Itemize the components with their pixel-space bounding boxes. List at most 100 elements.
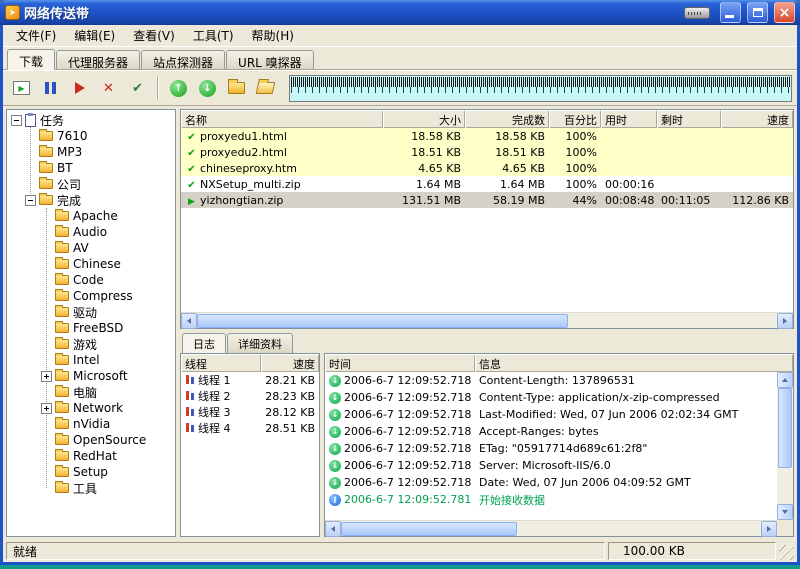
- tree-item[interactable]: 完成: [9, 192, 173, 208]
- scroll-up-button[interactable]: [777, 372, 793, 388]
- tree-item[interactable]: MP3: [9, 144, 173, 160]
- tree-expander-icon[interactable]: [41, 371, 52, 382]
- scrollbar-thumb[interactable]: [778, 388, 792, 468]
- stop-button[interactable]: [66, 75, 93, 101]
- download-row[interactable]: proxyedu2.html 18.51 KB 18.51 KB 100%: [181, 144, 793, 160]
- column-header-completed[interactable]: 完成数: [465, 110, 549, 128]
- scroll-left-button[interactable]: [325, 521, 341, 537]
- tab-download[interactable]: 下载: [7, 49, 55, 70]
- thread-row[interactable]: 线程 1 28.21 KB: [181, 372, 319, 388]
- log-message-row[interactable]: 2006-6-7 12:09:52.718 ETag: "05917714d68…: [325, 440, 777, 457]
- tab-proxy-server[interactable]: 代理服务器: [56, 50, 140, 69]
- titlebar[interactable]: 网络传送带 ×: [0, 0, 800, 25]
- close-button[interactable]: ×: [774, 2, 795, 23]
- download-status-icon: [185, 162, 198, 175]
- log-message-row[interactable]: 2006-6-7 12:09:52.718 Content-Length: 13…: [325, 372, 777, 389]
- log-message-row[interactable]: 2006-6-7 12:09:52.718 Server: Microsoft-…: [325, 457, 777, 474]
- tree-item[interactable]: 驱动: [9, 304, 173, 320]
- verify-button[interactable]: [124, 75, 151, 101]
- tab-url-sniffer[interactable]: URL 嗅探器: [226, 50, 314, 69]
- open-folder-icon: [256, 82, 276, 94]
- tree-item[interactable]: Chinese: [9, 256, 173, 272]
- tree-item[interactable]: Apache: [9, 208, 173, 224]
- tree-item[interactable]: 工具: [9, 480, 173, 496]
- column-header-thread[interactable]: 线程: [181, 354, 261, 372]
- tree-expander-icon[interactable]: [11, 115, 22, 126]
- download-row[interactable]: NXSetup_multi.zip 1.64 MB 1.64 MB 100% 0…: [181, 176, 793, 192]
- tree-item[interactable]: BT: [9, 160, 173, 176]
- scrollbar-thumb[interactable]: [341, 522, 517, 536]
- tree-item[interactable]: RedHat: [9, 448, 173, 464]
- tree-item[interactable]: 公司: [9, 176, 173, 192]
- tab-log[interactable]: 日志: [182, 333, 226, 353]
- menu-item[interactable]: 帮助(H): [243, 25, 303, 46]
- tree-item[interactable]: Audio: [9, 224, 173, 240]
- scrollbar-track[interactable]: [777, 388, 793, 504]
- tree-item[interactable]: 游戏: [9, 336, 173, 352]
- tree-item[interactable]: Network: [9, 400, 173, 416]
- tree-expander-icon[interactable]: [25, 195, 36, 206]
- tree-item[interactable]: FreeBSD: [9, 320, 173, 336]
- scroll-down-button[interactable]: [777, 504, 793, 520]
- column-header-name[interactable]: 名称: [181, 110, 383, 128]
- tree-item[interactable]: Microsoft: [9, 368, 173, 384]
- scrollbar-thumb[interactable]: [197, 314, 568, 328]
- thread-row[interactable]: 线程 2 28.23 KB: [181, 388, 319, 404]
- thread-row[interactable]: 线程 3 28.12 KB: [181, 404, 319, 420]
- tree-item[interactable]: 7610: [9, 128, 173, 144]
- maximize-button[interactable]: [747, 2, 768, 23]
- download-row[interactable]: chineseproxy.htm 4.65 KB 4.65 KB 100%: [181, 160, 793, 176]
- tree-item[interactable]: nVidia: [9, 416, 173, 432]
- download-size: 1.64 MB: [383, 178, 465, 191]
- tree-item[interactable]: Code: [9, 272, 173, 288]
- log-message-row[interactable]: 2006-6-7 12:09:52.781 开始接收数据: [325, 491, 777, 508]
- scroll-left-button[interactable]: [181, 313, 197, 329]
- move-up-button[interactable]: [165, 75, 192, 101]
- log-horizontal-scrollbar[interactable]: [325, 520, 777, 536]
- open-folder-button[interactable]: [223, 75, 250, 101]
- download-row[interactable]: proxyedu1.html 18.58 KB 18.58 KB 100%: [181, 128, 793, 144]
- scrollbar-track[interactable]: [341, 521, 761, 536]
- menu-item[interactable]: 文件(F): [7, 25, 65, 46]
- column-header-info[interactable]: 信息: [475, 354, 793, 372]
- column-header-time[interactable]: 时间: [325, 354, 475, 372]
- scroll-right-button[interactable]: [777, 313, 793, 329]
- column-header-thread-speed[interactable]: 速度: [261, 354, 319, 372]
- scrollbar-track[interactable]: [197, 313, 777, 328]
- tree-item[interactable]: 电脑: [9, 384, 173, 400]
- tab-site-explorer[interactable]: 站点探测器: [141, 50, 225, 69]
- browse-folder-button[interactable]: [252, 75, 279, 101]
- column-header-speed[interactable]: 速度: [721, 110, 793, 128]
- minimize-button[interactable]: [720, 2, 741, 23]
- log-message-row[interactable]: 2006-6-7 12:09:52.718 Content-Type: appl…: [325, 389, 777, 406]
- tree-expander-icon[interactable]: [41, 403, 52, 414]
- tree-item[interactable]: Setup: [9, 464, 173, 480]
- log-message-row[interactable]: 2006-6-7 12:09:52.718 Last-Modified: Wed…: [325, 406, 777, 423]
- tree-item[interactable]: Compress: [9, 288, 173, 304]
- log-vertical-scrollbar[interactable]: [777, 372, 793, 520]
- download-horizontal-scrollbar[interactable]: [181, 312, 793, 328]
- new-task-button[interactable]: [8, 75, 35, 101]
- log-message-row[interactable]: 2006-6-7 12:09:52.718 Accept-Ranges: byt…: [325, 423, 777, 440]
- log-message-row[interactable]: 2006-6-7 12:09:52.718 Date: Wed, 07 Jun …: [325, 474, 777, 491]
- resize-grip[interactable]: [779, 545, 794, 560]
- menu-item[interactable]: 工具(T): [184, 25, 243, 46]
- download-row[interactable]: yizhongtian.zip 131.51 MB 58.19 MB 44% 0…: [181, 192, 793, 208]
- pause-button[interactable]: [37, 75, 64, 101]
- tree-item[interactable]: AV: [9, 240, 173, 256]
- tab-details[interactable]: 详细资料: [227, 333, 293, 353]
- tree-item[interactable]: Intel: [9, 352, 173, 368]
- menu-item[interactable]: 查看(V): [124, 25, 184, 46]
- thread-row[interactable]: 线程 4 28.51 KB: [181, 420, 319, 436]
- tree-item[interactable]: 任务: [9, 112, 173, 128]
- column-header-elapsed[interactable]: 用时: [601, 110, 657, 128]
- scroll-right-button[interactable]: [761, 521, 777, 537]
- folder-icon: [55, 451, 69, 461]
- column-header-size[interactable]: 大小: [383, 110, 465, 128]
- delete-button[interactable]: [95, 75, 122, 101]
- menu-item[interactable]: 编辑(E): [65, 25, 124, 46]
- column-header-remaining[interactable]: 剩时: [657, 110, 721, 128]
- tree-item[interactable]: OpenSource: [9, 432, 173, 448]
- move-down-button[interactable]: [194, 75, 221, 101]
- column-header-percent[interactable]: 百分比: [549, 110, 601, 128]
